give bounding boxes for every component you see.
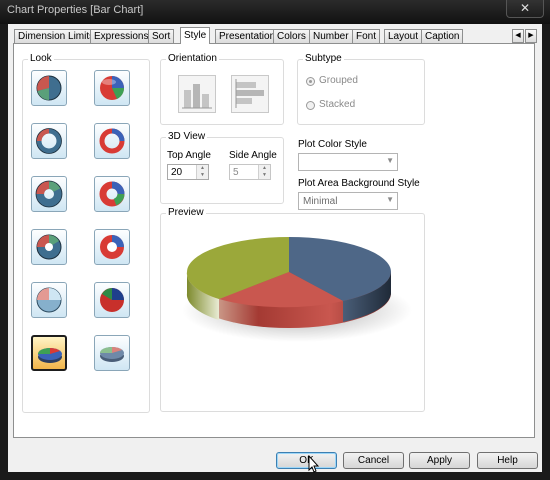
subtype-label: Subtype (303, 53, 344, 64)
pie-ring-glossy-icon (100, 235, 124, 259)
pie-3d-tilted-icon (38, 348, 62, 363)
top-angle-label: Top Angle (167, 150, 211, 161)
tab-layout[interactable]: Layout (384, 29, 423, 43)
orientation-label: Orientation (166, 53, 219, 64)
title-bar: Chart Properties [Bar Chart] ✕ (0, 0, 550, 24)
look-label: Look (28, 53, 54, 64)
help-button[interactable]: Help (477, 452, 538, 469)
cancel-button[interactable]: Cancel (343, 452, 404, 469)
look-style-5[interactable] (31, 176, 67, 212)
grouped-radio[interactable] (306, 77, 315, 86)
look-style-9[interactable] (31, 282, 67, 318)
look-style-7[interactable] (31, 229, 67, 265)
orientation-group: Orientation (160, 53, 284, 125)
subtype-group: Subtype Grouped Stacked (297, 53, 425, 125)
top-angle-spinner[interactable]: 20 ▲ ▼ (167, 164, 209, 180)
3d-view-group: 3D View Top Angle 20 ▲ ▼ Side Angle 5 ▲ ▼ (160, 131, 284, 204)
orientation-horizontal-button[interactable] (231, 75, 269, 113)
stacked-label: Stacked (319, 99, 356, 110)
tab-presentation[interactable]: Presentation (215, 29, 280, 43)
pie-dark-glossy-icon (100, 288, 124, 312)
pie-3slice-flat-icon (36, 75, 62, 101)
orientation-vertical-button[interactable] (178, 75, 216, 113)
look-style-12[interactable] (94, 335, 130, 371)
plot-area-bg-style-dropdown[interactable]: Minimal ▼ (298, 192, 398, 210)
3d-view-label: 3D View (166, 131, 208, 142)
stacked-radio[interactable] (306, 101, 315, 110)
tab-sort[interactable]: Sort (148, 29, 175, 43)
preview-label: Preview (166, 207, 206, 218)
window-title: Chart Properties [Bar Chart] (7, 4, 144, 16)
side-angle-value: 5 (233, 167, 239, 178)
tab-scroll-left-icon[interactable]: ◀ (512, 29, 524, 43)
dialog-body: Dimension Limits Expressions Sort Style … (8, 24, 542, 472)
apply-button[interactable]: Apply (409, 452, 470, 469)
tab-style[interactable]: Style (180, 27, 211, 44)
tab-dimension-limits[interactable]: Dimension Limits (14, 29, 99, 43)
tab-caption[interactable]: Caption (421, 29, 464, 43)
plot-area-bg-style-value: Minimal (303, 196, 338, 207)
donut-flat-icon (36, 128, 62, 154)
pie-light-flat-icon (36, 287, 62, 313)
donut-thick-glossy-icon (99, 181, 125, 207)
tab-colors[interactable]: Colors (273, 29, 310, 43)
plot-color-style-dropdown[interactable]: ▼ (298, 153, 398, 171)
look-style-10[interactable] (94, 282, 130, 318)
chevron-down-icon: ▼ (386, 195, 394, 204)
ok-button[interactable]: OK (276, 452, 337, 469)
tab-expressions[interactable]: Expressions (90, 29, 153, 43)
vertical-bars-icon (182, 84, 212, 109)
spinner-arrows-icon[interactable]: ▲ ▼ (196, 165, 208, 179)
donut-thick-flat-icon (35, 180, 63, 208)
horizontal-bars-icon (235, 79, 264, 108)
look-style-2[interactable] (94, 70, 130, 106)
tab-number[interactable]: Number (309, 29, 353, 43)
look-style-3[interactable] (31, 123, 67, 159)
spinner-arrows-icon[interactable]: ▲ ▼ (258, 165, 270, 179)
look-style-1[interactable] (31, 70, 67, 106)
look-style-8[interactable] (94, 229, 130, 265)
pie-ring-flat-icon (36, 234, 62, 260)
look-style-4[interactable] (94, 123, 130, 159)
preview-group: Preview (160, 207, 425, 412)
pie-glossy-3d-icon (100, 76, 125, 100)
side-angle-label: Side Angle (229, 150, 277, 161)
plot-area-bg-style-label: Plot Area Background Style (298, 178, 420, 189)
look-group: Look (22, 53, 150, 413)
pie-3d-tilted-light-icon (100, 347, 124, 362)
chevron-down-icon: ▼ (386, 156, 394, 165)
grouped-label: Grouped (319, 75, 358, 86)
plot-color-style-label: Plot Color Style (298, 139, 367, 150)
tab-font[interactable]: Font (352, 29, 381, 43)
top-angle-value: 20 (171, 167, 183, 178)
style-tab-panel: Look Orientation Subtype Grouped Stacked… (13, 43, 535, 438)
look-style-11[interactable] (31, 335, 67, 371)
side-angle-spinner[interactable]: 5 ▲ ▼ (229, 164, 271, 180)
close-button[interactable]: ✕ (506, 0, 544, 18)
mouse-cursor-icon (308, 455, 320, 473)
preview-pie-chart (182, 237, 412, 342)
tab-scroll-right-icon[interactable]: ▶ (525, 29, 537, 43)
donut-glossy-icon (99, 128, 125, 154)
look-style-6[interactable] (94, 176, 130, 212)
